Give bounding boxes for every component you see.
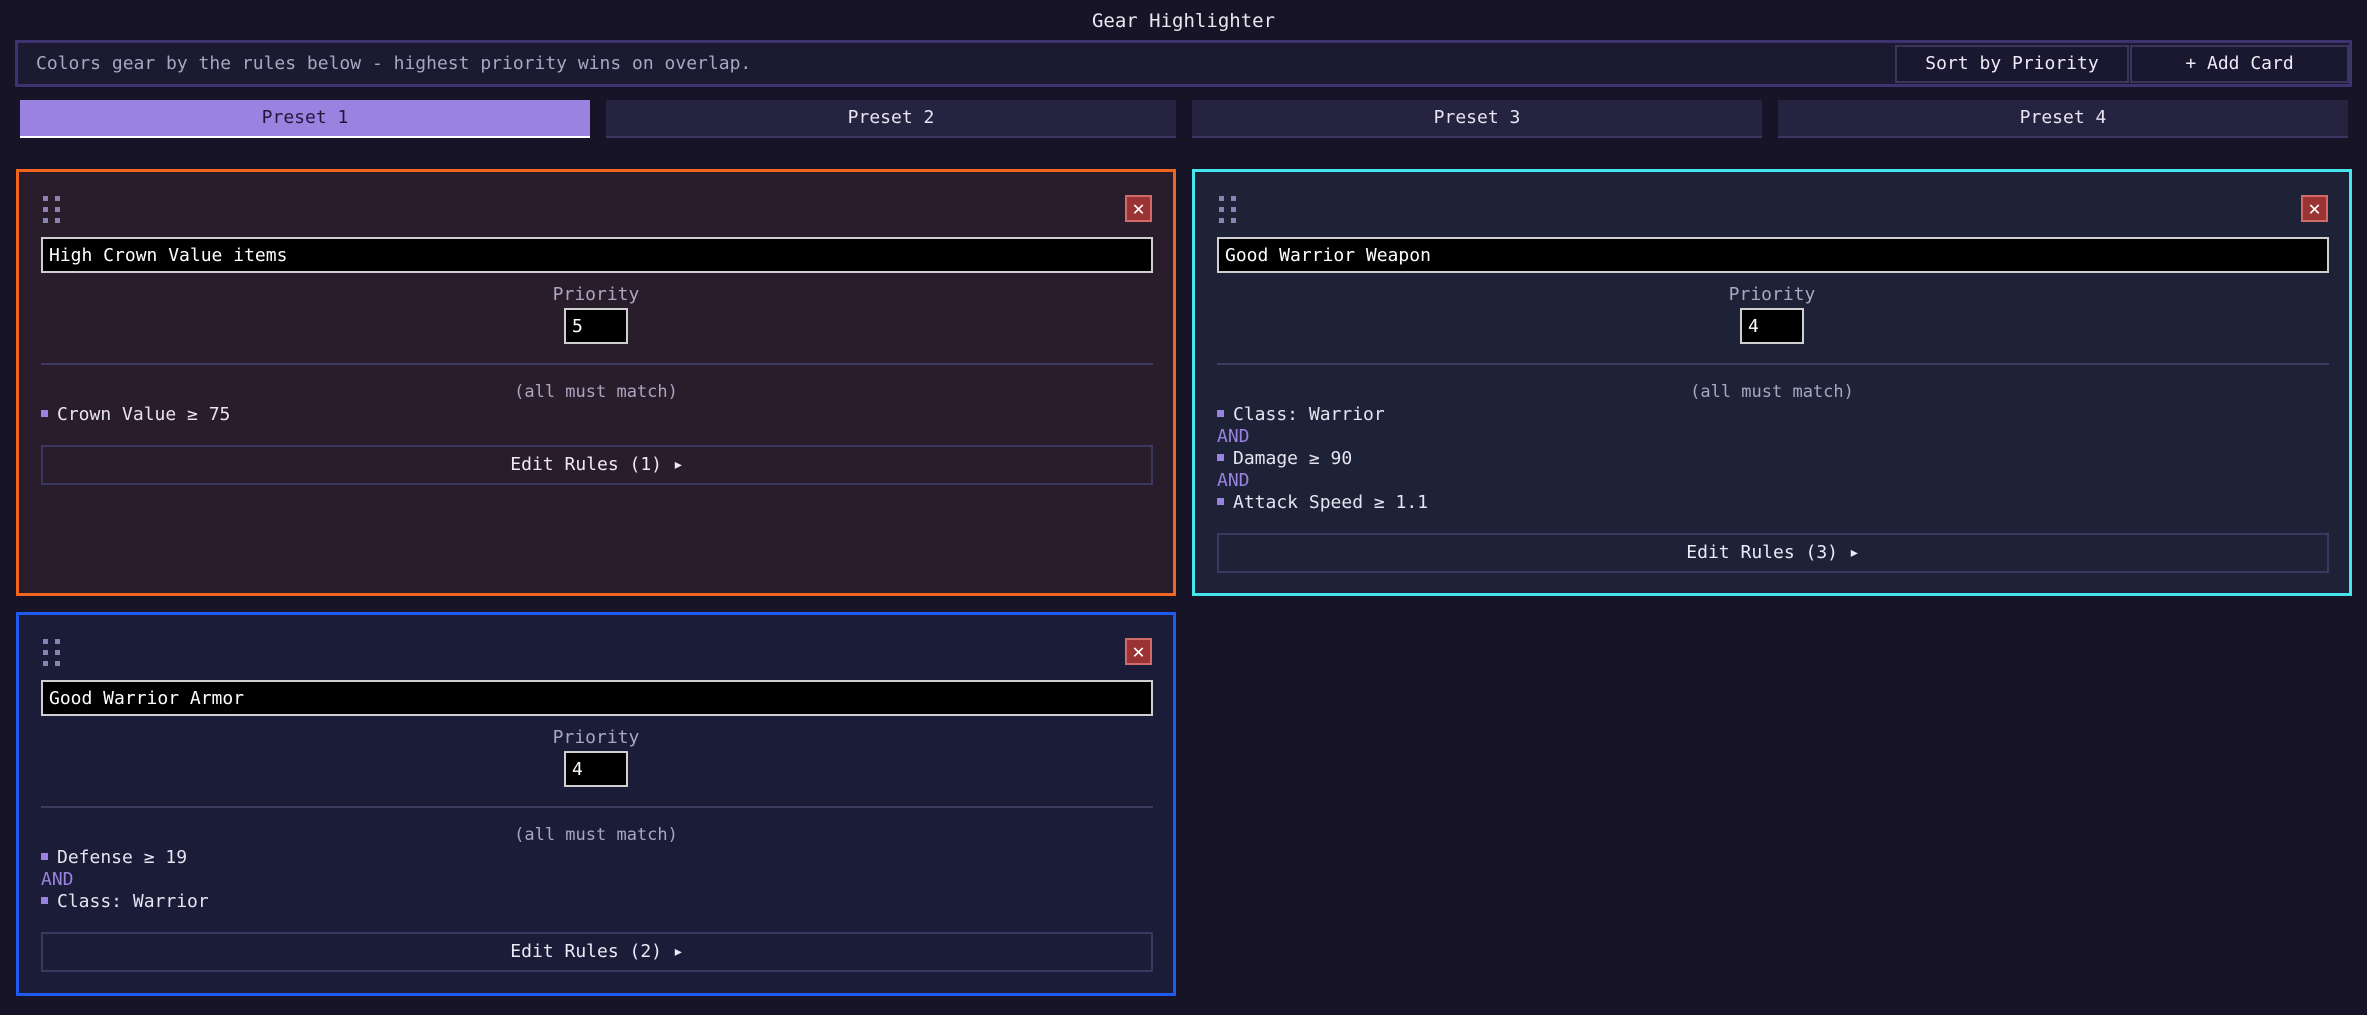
rule-item: Crown Value ≥ 75 — [41, 404, 230, 425]
rule-item: Damage ≥ 90 — [1217, 448, 1352, 469]
highlight-card: ✕ Priority (all must match) Defense ≥ 19… — [16, 612, 1176, 996]
match-mode-text: (all must match) — [1690, 382, 1854, 402]
close-icon[interactable]: ✕ — [1125, 195, 1152, 222]
priority-input[interactable] — [564, 308, 628, 344]
toolbar: Colors gear by the rules below - highest… — [15, 40, 2352, 87]
toolbar-description: Colors gear by the rules below - highest… — [36, 53, 752, 74]
rule-item: Attack Speed ≥ 1.1 — [1217, 492, 1428, 513]
window-title: Gear Highlighter — [1091, 10, 1276, 32]
priority-input[interactable] — [1740, 308, 1804, 344]
match-mode-text: (all must match) — [514, 382, 678, 402]
add-card-button[interactable]: + Add Card — [2130, 45, 2349, 83]
and-connector: AND — [41, 869, 74, 890]
bullet-icon — [1217, 498, 1224, 505]
sort-by-priority-button[interactable]: Sort by Priority — [1895, 45, 2129, 83]
card-name-input[interactable] — [41, 237, 1153, 273]
edit-rules-button[interactable]: Edit Rules (2) ▸ — [41, 932, 1153, 972]
highlight-card: ✕ Priority (all must match) Class: Warri… — [1192, 169, 2352, 596]
tab-preset-4[interactable]: Preset 4 — [1778, 100, 2348, 138]
bullet-icon — [1217, 454, 1224, 461]
drag-handle-icon[interactable] — [1219, 196, 1239, 226]
divider — [41, 363, 1153, 365]
and-connector: AND — [1217, 470, 1250, 491]
tab-preset-1[interactable]: Preset 1 — [20, 100, 590, 138]
rule-item: Class: Warrior — [1217, 404, 1385, 425]
drag-handle-icon[interactable] — [43, 639, 63, 669]
edit-rules-button[interactable]: Edit Rules (3) ▸ — [1217, 533, 2329, 573]
close-icon[interactable]: ✕ — [1125, 638, 1152, 665]
highlight-card: ✕ Priority (all must match) Crown Value … — [16, 169, 1176, 596]
priority-label: Priority — [552, 727, 640, 748]
close-icon[interactable]: ✕ — [2301, 195, 2328, 222]
divider — [41, 806, 1153, 808]
divider — [1217, 363, 2329, 365]
edit-rules-button[interactable]: Edit Rules (1) ▸ — [41, 445, 1153, 485]
match-mode-text: (all must match) — [514, 825, 678, 845]
bullet-icon — [41, 853, 48, 860]
bullet-icon — [41, 410, 48, 417]
card-name-input[interactable] — [1217, 237, 2329, 273]
tab-preset-3[interactable]: Preset 3 — [1192, 100, 1762, 138]
card-name-input[interactable] — [41, 680, 1153, 716]
priority-input[interactable] — [564, 751, 628, 787]
drag-handle-icon[interactable] — [43, 196, 63, 226]
bullet-icon — [1217, 410, 1224, 417]
priority-label: Priority — [552, 284, 640, 305]
and-connector: AND — [1217, 426, 1250, 447]
rule-item: Defense ≥ 19 — [41, 847, 187, 868]
bullet-icon — [41, 897, 48, 904]
tab-preset-2[interactable]: Preset 2 — [606, 100, 1176, 138]
priority-label: Priority — [1728, 284, 1816, 305]
rule-item: Class: Warrior — [41, 891, 209, 912]
